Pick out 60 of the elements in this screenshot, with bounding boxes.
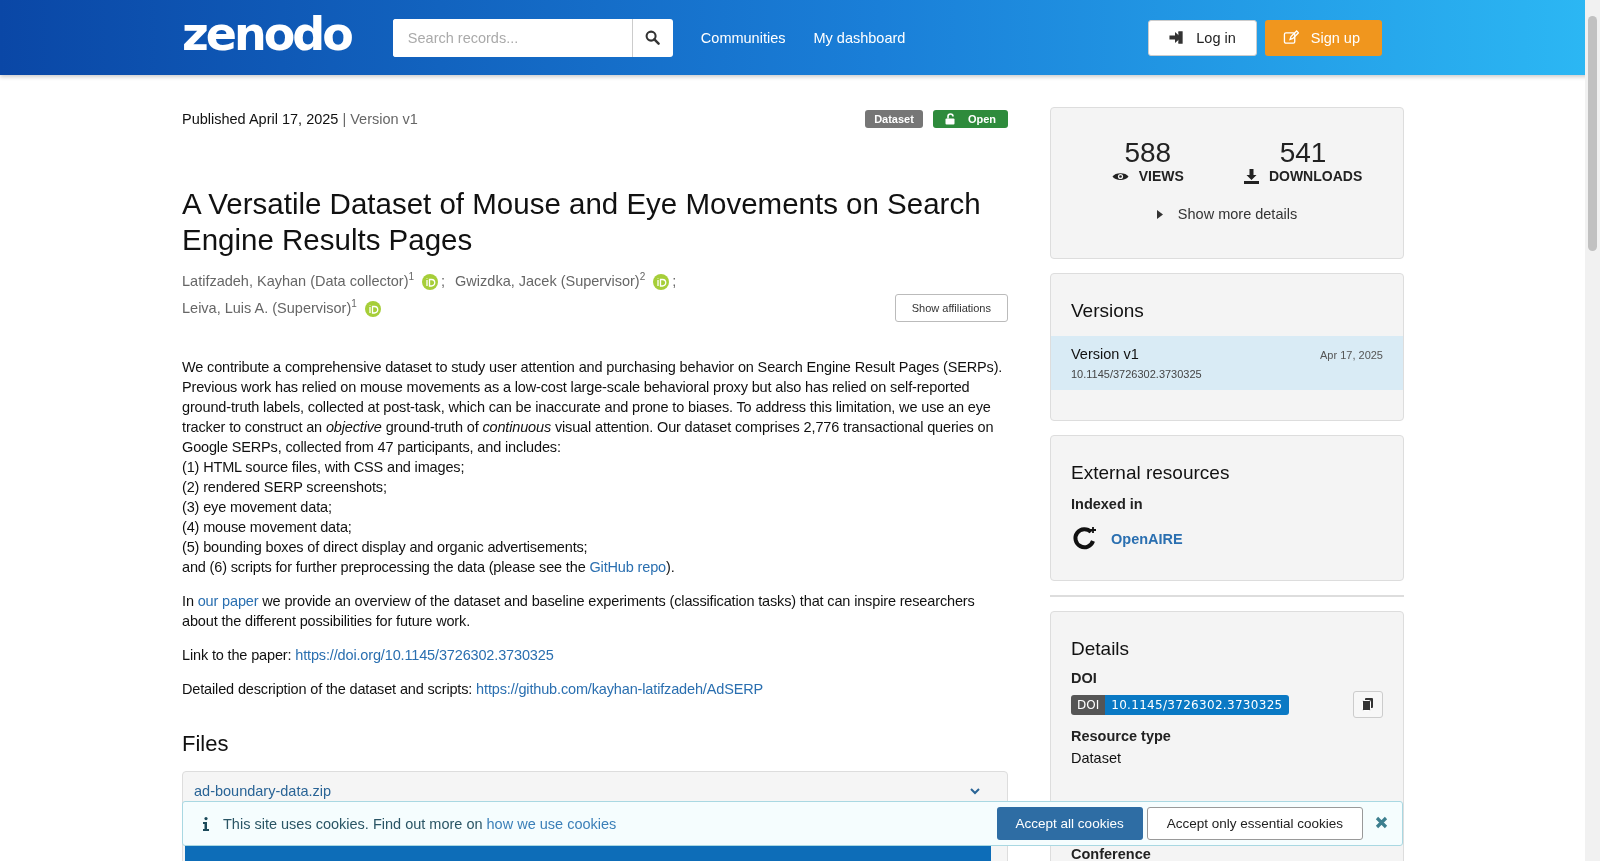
separator: ; [441, 272, 446, 291]
affiliation-number: 2 [639, 270, 646, 282]
affiliation-number: 1 [351, 297, 357, 309]
ring-logo-icon [1071, 526, 1099, 552]
stat-label: VIEWS [1138, 168, 1184, 184]
edit-icon [1282, 30, 1299, 45]
file-name-link[interactable]: ad-boundary-data.zip [194, 783, 332, 799]
chevron-icon[interactable] [969, 786, 981, 796]
external-resources-heading: External resources [1070, 461, 1231, 485]
description-paragraph: In our paper we provide an overview of the dataset and baseline experiments (classification tasks) that can inspire researchers about the different possibilities for future work. [182, 592, 976, 631]
resource-type-value: Dataset [1070, 749, 1122, 766]
creator-link[interactable]: Gwizdka, Jacek (Supervisor) [455, 268, 640, 295]
show-more-details-link[interactable]: Show more details [1156, 206, 1298, 222]
openaire-link[interactable]: OpenAIRE [1111, 531, 1183, 547]
separator: ; [672, 272, 677, 291]
copy-button[interactable] [1353, 691, 1383, 718]
accept-all-cookies-button[interactable]: Accept all cookies [996, 807, 1143, 840]
sign-in-icon [1169, 31, 1185, 44]
cookie-policy-link[interactable]: how we use cookies [486, 815, 617, 832]
stat-value: 588 [1124, 138, 1172, 168]
version-item[interactable]: Version v1 Apr 17, 2025 10.1145/3726302.3730325 [1051, 336, 1403, 390]
creator-link[interactable]: Leiva, Luis A. (Supervisor) [182, 295, 352, 322]
scrollbar[interactable] [1585, 0, 1600, 861]
conference-label: Conference [1070, 848, 1152, 861]
indexed-in-label: Indexed in [1070, 496, 1144, 512]
versions-heading: Versions [1070, 299, 1145, 323]
text-link[interactable]: GitHub repo [589, 559, 666, 575]
nav-link[interactable]: My dashboard [813, 29, 906, 46]
info-icon [203, 816, 209, 831]
stat-label: DOWNLOADS [1268, 168, 1363, 184]
cookie-message: This site uses cookies. Find out more on how we use cookies [223, 815, 617, 832]
description-paragraph: We contribute a comprehensive dataset to study user attention and purchasing behavior on Search Engine Result Pages (SERPs). Previous work has relied on mouse movements as a low-cost large-scale behavioral proxy but also has relied on self-reported ground-truth labels, collected at post-task, which can be inaccurate and prone to biases. To address this limitation, we use an eye tracker to construct an objective ground-truth of continuous visual attention. Our dataset comprises 2,776 transactional queries on Google SERPs, collected from 47 participants, and includes: (1) HTML source files, with CSS and images; (2) rendered SERP screenshots; (3) eye movement data; (4) mouse movement data; (5) bounding boxes of direct display and organic advertisements; and (6) scripts for further preprocessing the data (please see the GitHub repo). [182, 358, 1004, 577]
description-paragraph: Detailed description of the dataset and scripts: https://github.com/kayhan-latifzadeh/AdSERP [182, 680, 765, 699]
files-heading: Files [182, 731, 230, 757]
nav-link[interactable]: Communities [700, 29, 786, 46]
logo[interactable]: zenodo [182, 10, 351, 57]
doi-label: DOI [1070, 670, 1098, 686]
details-heading: Details [1070, 637, 1131, 661]
access-badge: Open [932, 110, 1008, 128]
version-label: | Version v1 [342, 111, 418, 127]
affiliation-number: 1 [408, 270, 415, 284]
download-icon [1243, 168, 1259, 184]
stat-value: 541 [1279, 138, 1327, 168]
caret-icon [1156, 209, 1163, 219]
text-link[interactable]: https://doi.org/10.1145/3726302.3730325 [295, 647, 554, 663]
login-button[interactable]: Log in [1148, 19, 1257, 56]
copy-icon [1362, 698, 1374, 711]
eye-icon [1111, 170, 1129, 182]
accept-essential-cookies-button[interactable]: Accept only essential cookies [1146, 807, 1363, 840]
record-title: A Versatile Dataset of Mouse and Eye Movements on Search Engine Results Pages [182, 186, 982, 258]
close-icon[interactable] [1375, 816, 1388, 829]
publication-date: Published April 17, 2025 [182, 111, 339, 127]
search-field[interactable]: Search records... [392, 18, 673, 57]
text-link[interactable]: https://github.com/kayhan-latifzadeh/AdSERP [476, 681, 764, 697]
creator-link[interactable]: Latifzadeh, Kayhan (Data collector) [182, 268, 409, 295]
description-paragraph: Link to the paper: https://doi.org/10.1145/3726302.3730325 [182, 646, 555, 665]
resource-type-badge: Dataset [865, 110, 923, 128]
resource-type-label: Resource type [1070, 728, 1172, 744]
text-link[interactable]: our paper [197, 593, 259, 609]
show-affiliations-button[interactable]: Show affiliations [894, 294, 1008, 322]
